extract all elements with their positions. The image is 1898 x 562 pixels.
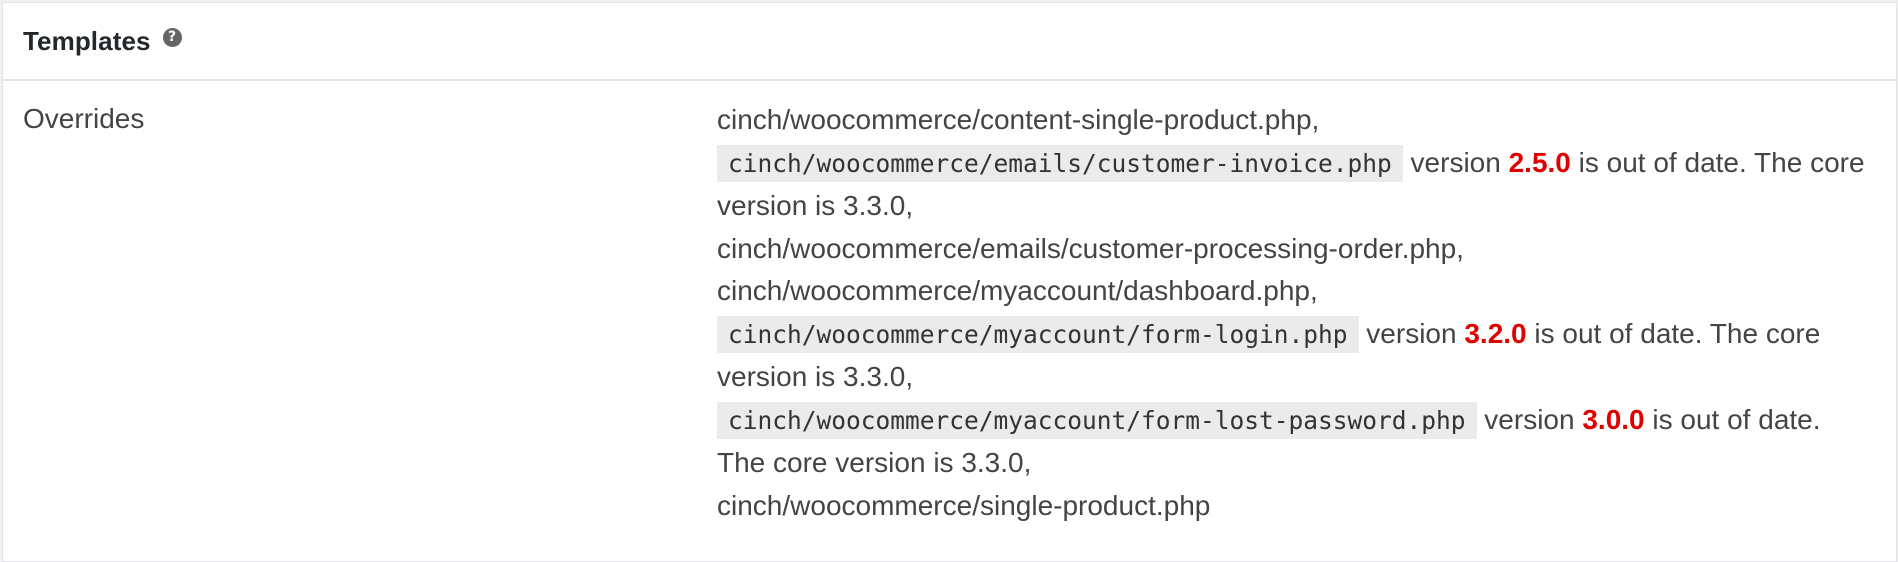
overrides-row: Overrides cinch/woocommerce/content-sing… xyxy=(3,81,1896,547)
override-item: cinch/woocommerce/myaccount/dashboard.ph… xyxy=(717,275,1318,306)
override-file: cinch/woocommerce/myaccount/form-lost-pa… xyxy=(717,401,1477,439)
override-item: cinch/woocommerce/emails/customer-proces… xyxy=(717,232,1464,264)
override-file: cinch/woocommerce/myaccount/form-login.p… xyxy=(717,315,1359,353)
version-prefix: version xyxy=(1410,146,1501,178)
outdated-version: 3.2.0 xyxy=(1464,317,1527,349)
version-prefix: version xyxy=(1366,317,1457,349)
templates-panel: Templates ? Overrides cinch/woocommerce/… xyxy=(2,2,1897,562)
version-prefix: version xyxy=(1484,403,1575,435)
section-title: Templates xyxy=(23,25,151,56)
row-label: Overrides xyxy=(23,103,145,134)
outdated-version: 3.0.0 xyxy=(1582,403,1645,435)
outdated-version: 2.5.0 xyxy=(1508,146,1571,178)
override-item: cinch/woocommerce/content-single-product… xyxy=(717,104,1320,135)
overrides-value: cinch/woocommerce/content-single-product… xyxy=(717,99,1867,527)
override-item: cinch/woocommerce/single-product.php xyxy=(717,489,1211,521)
panel-header: Templates ? xyxy=(3,3,1896,81)
help-icon[interactable]: ? xyxy=(162,27,182,47)
override-file: cinch/woocommerce/emails/customer-invoic… xyxy=(717,144,1403,182)
